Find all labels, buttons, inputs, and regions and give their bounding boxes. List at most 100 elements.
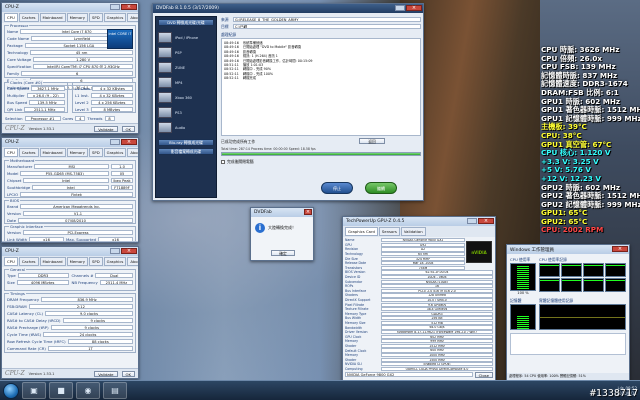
gpuz-titlebar[interactable]: TechPowerUp GPU-Z 0.4.5 ×	[343, 217, 495, 226]
field-label: Date	[7, 218, 17, 223]
minimize-button[interactable]	[110, 4, 120, 10]
popup-ok-button[interactable]: 確定	[271, 250, 295, 256]
close-button[interactable]: ×	[121, 248, 137, 254]
menu-video-convert[interactable]: 影音檔案轉成光碟	[158, 148, 214, 155]
cpuz-titlebar[interactable]: CPU-Z ×	[2, 138, 138, 147]
menu-bluray-copy[interactable]: Blu-ray 轉換成光碟	[158, 139, 214, 146]
field-label: BIOS Version	[345, 270, 366, 275]
tab-mainboard[interactable]: Mainboard	[39, 13, 66, 22]
tab-about[interactable]: About	[127, 257, 138, 266]
shutdown-checkbox[interactable]	[221, 159, 225, 164]
device-profile-item[interactable]: Audio	[158, 120, 214, 135]
clocks-group-title: Clocks (Core #0)	[9, 80, 44, 85]
tab-memory[interactable]: Memory	[66, 257, 89, 266]
gpu-select-dropdown[interactable]: NVIDIA GeForce 9800 GX2	[345, 371, 473, 378]
start-button[interactable]	[3, 382, 19, 399]
tab-memory[interactable]: Memory	[66, 148, 89, 157]
cpu-usage-gauge	[510, 263, 536, 291]
tab-cpu[interactable]: CPU	[4, 257, 18, 266]
device-profile-item[interactable]: ZUNE	[158, 60, 214, 75]
close-button[interactable]: ×	[121, 4, 137, 10]
stop-button[interactable]: 停止	[321, 182, 353, 194]
tab-graphics[interactable]: Graphics	[103, 257, 127, 266]
device-profile-item[interactable]: PSP	[158, 45, 214, 60]
ok-button[interactable]: OK	[121, 370, 135, 377]
cpuz-mainboard-window: CPU-Z × CPU Caches Mainboard Memory SPD Graphi…	[1, 137, 139, 243]
tab-about[interactable]: About	[127, 13, 138, 22]
device-profile-item[interactable]: MP4	[158, 75, 214, 90]
nvidia-logo: nVIDIA	[466, 241, 492, 263]
taskmgr-titlebar[interactable]: Windows 工作管理員 ×	[507, 245, 629, 254]
close-button[interactable]: ×	[612, 246, 628, 252]
tab-spd[interactable]: SPD	[89, 13, 103, 22]
selection-dropdown[interactable]: Processor #1	[24, 115, 61, 122]
field-value: 1.280 V	[33, 56, 133, 63]
field-value: V1.1	[22, 210, 133, 217]
tab-mainboard[interactable]: Mainboard	[39, 257, 66, 266]
field-label: Memory Size	[345, 320, 366, 325]
tab-sensors[interactable]: Sensors	[378, 227, 400, 236]
device-label: Audio	[175, 125, 186, 130]
minimize-button[interactable]	[110, 139, 120, 145]
tab-caches[interactable]: Caches	[18, 13, 39, 22]
menu-dvd-copy[interactable]: DVD 轉換成光碟/光碟	[158, 19, 214, 26]
field-label: Name	[345, 238, 355, 243]
tab-cpu[interactable]: CPU	[4, 13, 18, 22]
minimize-button[interactable]	[110, 248, 120, 254]
back-button[interactable]: 返回	[359, 138, 385, 144]
cpuz-version: Version 1.53.1	[28, 126, 55, 131]
tab-spd[interactable]: SPD	[89, 257, 103, 266]
tab-cpu[interactable]: CPU	[4, 148, 18, 157]
taskbar-gpuz-icon[interactable]: ▤	[103, 382, 127, 399]
field-value: 139.5 MHz	[29, 99, 65, 106]
tab-validation[interactable]: Validation	[400, 227, 426, 236]
validate-button[interactable]: Validate	[94, 125, 118, 132]
close-button[interactable]: ×	[121, 139, 137, 145]
field-label: Bus Width	[345, 316, 362, 321]
dvdfab-popup: DVDFab × i 大陸轉換完成！ 確定	[250, 207, 314, 261]
close-button[interactable]: ×	[406, 5, 422, 11]
target-field[interactable]: C:\已轉	[233, 23, 421, 30]
tab-graphics[interactable]: Graphics	[103, 148, 127, 157]
taskbar-cpuz-icon[interactable]: ■	[49, 382, 73, 399]
tab-graphics[interactable]: Graphics	[103, 13, 127, 22]
close-button[interactable]: ×	[304, 209, 312, 215]
tab-about[interactable]: About	[127, 148, 138, 157]
device-label: PS3	[175, 110, 182, 115]
cpuz-titlebar[interactable]: CPU-Z ×	[2, 247, 138, 256]
device-profile-item[interactable]: iPod / iPhone	[158, 30, 214, 45]
tab-spd[interactable]: SPD	[89, 148, 103, 157]
dvdfab-titlebar[interactable]: DVDFab 8.1.0.5 (3/17/2009) ×	[153, 4, 423, 13]
field-value: 4 x 32 KBytes	[91, 85, 133, 92]
progress-bar	[221, 152, 421, 156]
gpuz-tabs: Graphics Card Sensors Validation	[343, 226, 495, 237]
validate-button[interactable]: Validate	[94, 370, 118, 377]
minimize-button[interactable]	[395, 5, 405, 11]
motherboard-group: Motherboard Manufacturer MSI 1.0 Model P55-G…	[4, 158, 136, 198]
minimize-button[interactable]	[467, 218, 477, 224]
tab-caches[interactable]: Caches	[18, 257, 39, 266]
field-label: GPU	[345, 242, 352, 247]
info-row: Date 07/08/2010	[7, 217, 133, 224]
tab-graphics-card[interactable]: Graphics Card	[345, 227, 378, 236]
popup-titlebar[interactable]: DVDFab ×	[251, 208, 313, 217]
field-value: NVIDIA GeForce 9800 GX2	[381, 238, 465, 243]
field-value: 8 MBytes	[90, 106, 133, 113]
tab-memory[interactable]: Memory	[66, 13, 89, 22]
cpuz-titlebar[interactable]: CPU-Z ×	[2, 3, 138, 12]
next-button[interactable]: 繼續	[365, 182, 397, 194]
tab-caches[interactable]: Caches	[18, 148, 39, 157]
taskbar-explorer-icon[interactable]: ▣	[22, 382, 46, 399]
field-label: Cycle Time (tRAS)	[7, 332, 42, 337]
ok-button[interactable]: OK	[121, 125, 135, 132]
source-field[interactable]: G:\RELEASE_8_THE_GOLDEN_ARMY	[233, 16, 421, 23]
cpu-core-history-graph	[539, 278, 560, 292]
close-button[interactable]: ×	[478, 218, 494, 224]
device-profile-item[interactable]: Xbox 360	[158, 90, 214, 105]
device-profile-item[interactable]: PS3	[158, 105, 214, 120]
shutdown-label: 完成後關閉電腦	[227, 158, 254, 164]
tab-mainboard[interactable]: Mainboard	[39, 148, 66, 157]
info-row: Core Speed 3627.1 MHz	[7, 85, 65, 92]
taskbar-dvdfab-icon[interactable]: ◉	[76, 382, 100, 399]
gpuz-close-button[interactable]: Close	[474, 371, 493, 378]
